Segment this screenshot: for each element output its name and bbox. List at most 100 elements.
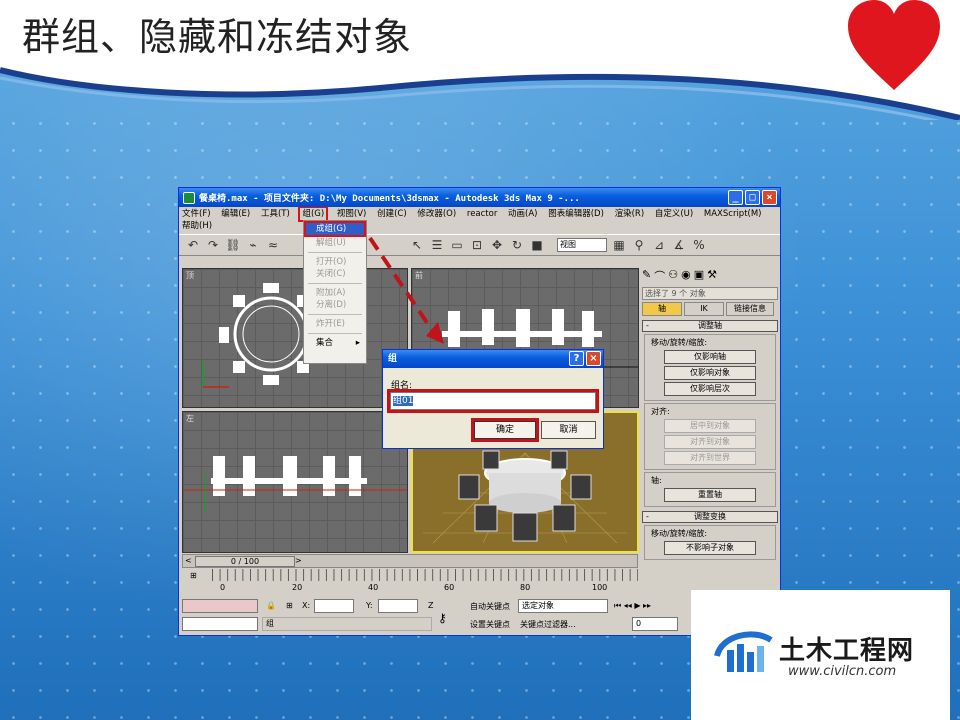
y-coordinate-field[interactable]: [378, 599, 418, 613]
minimize-button[interactable]: _: [728, 190, 743, 205]
menu-maxscript[interactable]: MAXScript(M): [704, 208, 762, 220]
reset-pivot-button[interactable]: 重置轴: [664, 488, 756, 502]
angle-snap-icon[interactable]: ∡: [671, 237, 687, 253]
dialog-close-button[interactable]: ×: [586, 351, 601, 366]
close-button[interactable]: ×: [762, 190, 777, 205]
dialog-help-button[interactable]: ?: [569, 351, 584, 366]
region-select-icon[interactable]: ▭: [449, 237, 465, 253]
pivot-tab[interactable]: 轴: [642, 302, 682, 316]
affect-hierarchy-only-button[interactable]: 仅影响层次: [664, 382, 756, 396]
auto-key-button[interactable]: 自动关键点: [470, 601, 510, 612]
reference-coordinate-select[interactable]: 视图: [557, 238, 607, 252]
menu-help[interactable]: 帮助(H): [182, 220, 212, 232]
select-by-name-icon[interactable]: ☰: [429, 237, 445, 253]
maxscript-listener[interactable]: [182, 599, 258, 613]
heart-icon: [848, 0, 940, 90]
affect-pivot-only-button[interactable]: 仅影响轴: [664, 350, 756, 364]
menu-item-assembly-label: 集合: [316, 338, 334, 348]
redo-icon[interactable]: ↷: [205, 237, 221, 253]
key-icon[interactable]: ⚷: [438, 611, 447, 625]
menu-item-explode[interactable]: 炸开(E): [304, 318, 366, 330]
hierarchy-tab-icon[interactable]: ⚇: [668, 268, 678, 284]
time-prev-icon[interactable]: <: [185, 556, 192, 565]
cancel-button[interactable]: 取消: [541, 421, 596, 439]
set-key-button[interactable]: 设置关键点: [470, 619, 510, 630]
group-name-input[interactable]: 组01: [387, 389, 599, 413]
menu-group[interactable]: 组(G): [298, 206, 329, 222]
modify-tab-icon[interactable]: ⌒: [654, 268, 665, 284]
select-scale-icon[interactable]: ■: [529, 237, 545, 253]
menu-item-detach[interactable]: 分离(D): [304, 299, 366, 311]
menu-views[interactable]: 视图(V): [337, 208, 366, 220]
abs-rel-icon[interactable]: ⊞: [286, 601, 293, 610]
menu-item-open[interactable]: 打开(O): [304, 256, 366, 268]
center-to-object-button[interactable]: 居中到对象: [664, 419, 756, 433]
window-titlebar[interactable]: 餐桌椅.max - 项目文件夹: D:\My Documents\3dsmax …: [179, 188, 780, 207]
menu-item-group[interactable]: 成组(G): [304, 221, 366, 237]
menu-item-attach[interactable]: 附加(A): [304, 287, 366, 299]
rollout-adjust-pivot[interactable]: - 调整轴: [642, 320, 778, 332]
link-info-tab[interactable]: 链接信息: [726, 302, 774, 316]
viewport-left[interactable]: 左: [182, 411, 408, 553]
rollout-adjust-transform-label: 调整变换: [694, 512, 726, 521]
menu-rendering[interactable]: 渲染(R): [615, 208, 645, 220]
group-name-label: 组名:: [391, 381, 413, 391]
menu-item-ungroup[interactable]: 解组(U): [304, 237, 366, 249]
menu-modifiers[interactable]: 修改器(O): [417, 208, 456, 220]
select-move-icon[interactable]: ✥: [489, 237, 505, 253]
window-crossing-icon[interactable]: ⊡: [469, 237, 485, 253]
play-controls[interactable]: ⏮ ◂◂ ▶ ▸▸: [614, 601, 651, 611]
select-object-icon[interactable]: ↖: [409, 237, 425, 253]
lock-icon[interactable]: 🔒: [266, 601, 276, 610]
track-bar[interactable]: ⊞ 0 20 40 60 80 100: [182, 569, 638, 597]
select-rotate-icon[interactable]: ↻: [509, 237, 525, 253]
menu-item-assembly[interactable]: 集合 ▸: [304, 337, 366, 349]
menu-reactor[interactable]: reactor: [467, 208, 497, 220]
top-view-furniture: [202, 283, 323, 388]
track-bar-icon[interactable]: ⊞: [190, 571, 197, 580]
menu-item-close[interactable]: 关闭(C): [304, 268, 366, 280]
selection-info: 选择了 9 个 对象: [642, 287, 778, 300]
undo-icon[interactable]: ↶: [185, 237, 201, 253]
affect-object-only-button[interactable]: 仅影响对象: [664, 366, 756, 380]
time-slider-track[interactable]: < 0 / 100 >: [182, 554, 638, 568]
utilities-tab-icon[interactable]: ⚒: [707, 268, 717, 284]
dialog-titlebar[interactable]: 组 ? ×: [383, 350, 603, 368]
menu-customize[interactable]: 自定义(U): [655, 208, 693, 220]
menu-tools[interactable]: 工具(T): [261, 208, 290, 220]
alignment-label: 对齐:: [651, 407, 670, 416]
time-slider[interactable]: 0 / 100: [195, 556, 295, 567]
snap-toggle-icon[interactable]: ⊿: [651, 237, 667, 253]
pivot-center-icon[interactable]: ▦: [611, 237, 627, 253]
rollout-adjust-transform[interactable]: - 调整变换: [642, 511, 778, 523]
display-tab-icon[interactable]: ▣: [694, 268, 704, 284]
key-filters-button[interactable]: 关键点过滤器...: [520, 619, 576, 630]
x-coordinate-field[interactable]: [314, 599, 354, 613]
track-tick-0: 0: [220, 583, 226, 592]
current-frame-field[interactable]: 0: [632, 617, 678, 631]
time-next-icon[interactable]: >: [295, 556, 302, 565]
motion-tab-icon[interactable]: ◉: [681, 268, 691, 284]
selection-set-select[interactable]: 选定对象: [518, 599, 608, 613]
unlink-icon[interactable]: ⌁: [245, 237, 261, 253]
menu-edit[interactable]: 编辑(E): [221, 208, 250, 220]
maximize-button[interactable]: □: [745, 190, 760, 205]
percent-snap-icon[interactable]: %: [691, 237, 707, 253]
bind-space-warp-icon[interactable]: ≈: [265, 237, 281, 253]
menu-graph-editors[interactable]: 图表编辑器(D): [548, 208, 604, 220]
viewport-front-label: 前: [415, 271, 423, 280]
ik-tab[interactable]: IK: [684, 302, 724, 316]
maxscript-mini[interactable]: [182, 617, 258, 631]
menu-animation[interactable]: 动画(A): [508, 208, 537, 220]
viewport-top[interactable]: 顶: [182, 268, 408, 408]
select-manipulate-icon[interactable]: ⚲: [631, 237, 647, 253]
align-to-object-button[interactable]: 对齐到对象: [664, 435, 756, 449]
menu-file[interactable]: 文件(F): [182, 208, 211, 220]
menu-create[interactable]: 创建(C): [377, 208, 407, 220]
align-to-world-button[interactable]: 对齐到世界: [664, 451, 756, 465]
create-tab-icon[interactable]: ✎: [642, 268, 651, 284]
ok-button[interactable]: 确定: [471, 418, 539, 442]
link-icon[interactable]: ⛓: [225, 237, 241, 253]
dont-affect-children-button[interactable]: 不影响子对象: [664, 541, 756, 555]
civilcn-logo-icon: [714, 631, 773, 672]
